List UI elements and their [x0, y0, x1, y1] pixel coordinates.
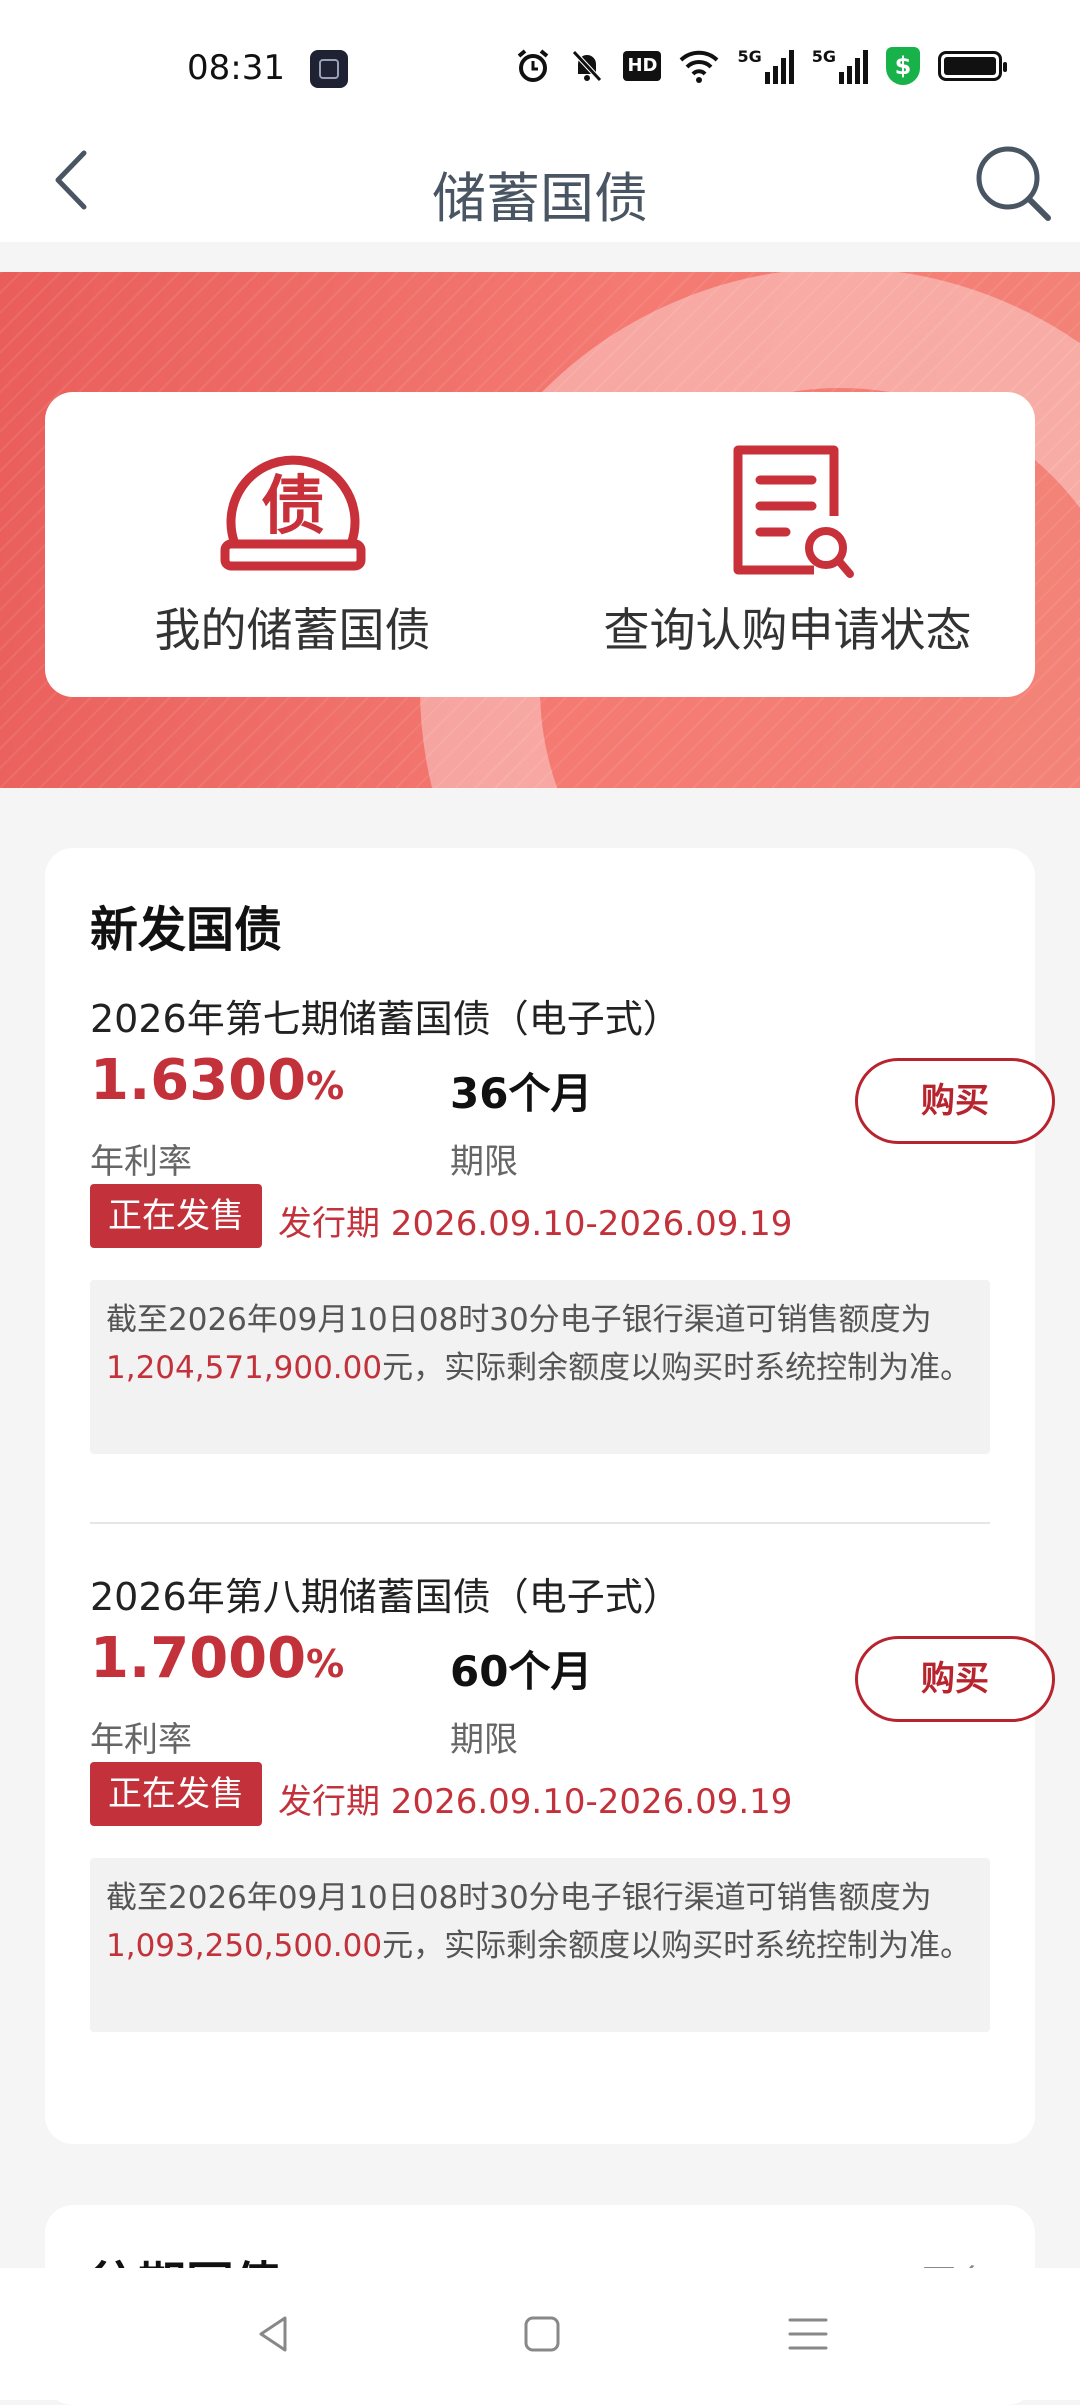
- quota-notice: 截至2026年09月10日08时30分电子银行渠道可销售额度为1,093,250…: [90, 1858, 990, 2032]
- bond-term-label: 期限: [450, 1142, 518, 1182]
- system-nav-bar: [0, 2268, 1080, 2400]
- alarm-icon: [518, 49, 549, 82]
- divider: [90, 1522, 990, 1524]
- bond-coin-icon: 债: [220, 455, 365, 571]
- quick-action-label: 我的储蓄国债: [154, 603, 431, 657]
- mute-icon: [572, 50, 603, 82]
- security-shield-icon: $: [886, 47, 920, 85]
- bond-term: 36个月: [450, 1069, 593, 1118]
- clock-app-icon: [310, 50, 348, 88]
- 5g-signal-icon: 5G: [737, 48, 794, 84]
- query-application-status-button[interactable]: 查询认购申请状态: [540, 392, 1035, 697]
- quota-notice: 截至2026年09月10日08时30分电子银行渠道可销售额度为1,204,571…: [90, 1280, 990, 1454]
- page-title: 储蓄国债: [432, 167, 648, 230]
- buy-button[interactable]: 购买: [855, 1636, 1055, 1722]
- quick-action-label: 查询认购申请状态: [603, 603, 972, 657]
- status-badge: 正在发售: [90, 1762, 262, 1826]
- nav-back-icon[interactable]: [245, 2304, 305, 2364]
- bond-rate: 1.6300%: [90, 1048, 345, 1113]
- bond-name: 2026年第八期储蓄国债（电子式）: [90, 1575, 681, 1619]
- nav-menu-icon[interactable]: [778, 2304, 838, 2364]
- section-title: 新发国债: [90, 902, 283, 958]
- status-time: 08:31: [187, 48, 285, 88]
- bond-rate: 1.7000%: [90, 1626, 345, 1691]
- bond-rate-label: 年利率: [90, 1142, 192, 1182]
- bond-rate-label: 年利率: [90, 1720, 192, 1760]
- status-badge: 正在发售: [90, 1184, 262, 1248]
- search-icon[interactable]: [970, 140, 1054, 224]
- my-bonds-button[interactable]: 债 我的储蓄国债: [45, 392, 540, 697]
- document-search-icon: [733, 445, 854, 578]
- svg-text:债: 债: [261, 470, 325, 544]
- quota-amount: 1,204,571,900.00: [106, 1350, 383, 1386]
- bond-term: 60个月: [450, 1647, 593, 1696]
- issue-period: 发行期 2026.09.10-2026.09.19: [278, 1204, 793, 1244]
- wifi-icon: [680, 50, 719, 83]
- battery-icon: [938, 51, 1007, 81]
- issue-period: 发行期 2026.09.10-2026.09.19: [278, 1782, 793, 1822]
- status-bar: 08:31 HD 5G 5G $: [0, 0, 1080, 120]
- nav-home-icon[interactable]: [512, 2304, 572, 2364]
- quota-amount: 1,093,250,500.00: [106, 1928, 383, 1964]
- buy-button[interactable]: 购买: [855, 1058, 1055, 1144]
- quick-actions-card: 债 我的储蓄国债 查询认购申请状态: [45, 392, 1035, 697]
- bond-term-label: 期限: [450, 1720, 518, 1760]
- hd-icon: HD: [623, 51, 662, 81]
- bond-name: 2026年第七期储蓄国债（电子式）: [90, 997, 681, 1041]
- new-bonds-card: 新发国债 2026年第七期储蓄国债（电子式） 1.6300% 年利率 36个月 …: [45, 848, 1055, 2144]
- status-icons: HD 5G 5G $: [515, 46, 1007, 86]
- 5g-signal-icon: 5G: [812, 48, 868, 84]
- nav-bar: 储蓄国债: [0, 120, 1080, 242]
